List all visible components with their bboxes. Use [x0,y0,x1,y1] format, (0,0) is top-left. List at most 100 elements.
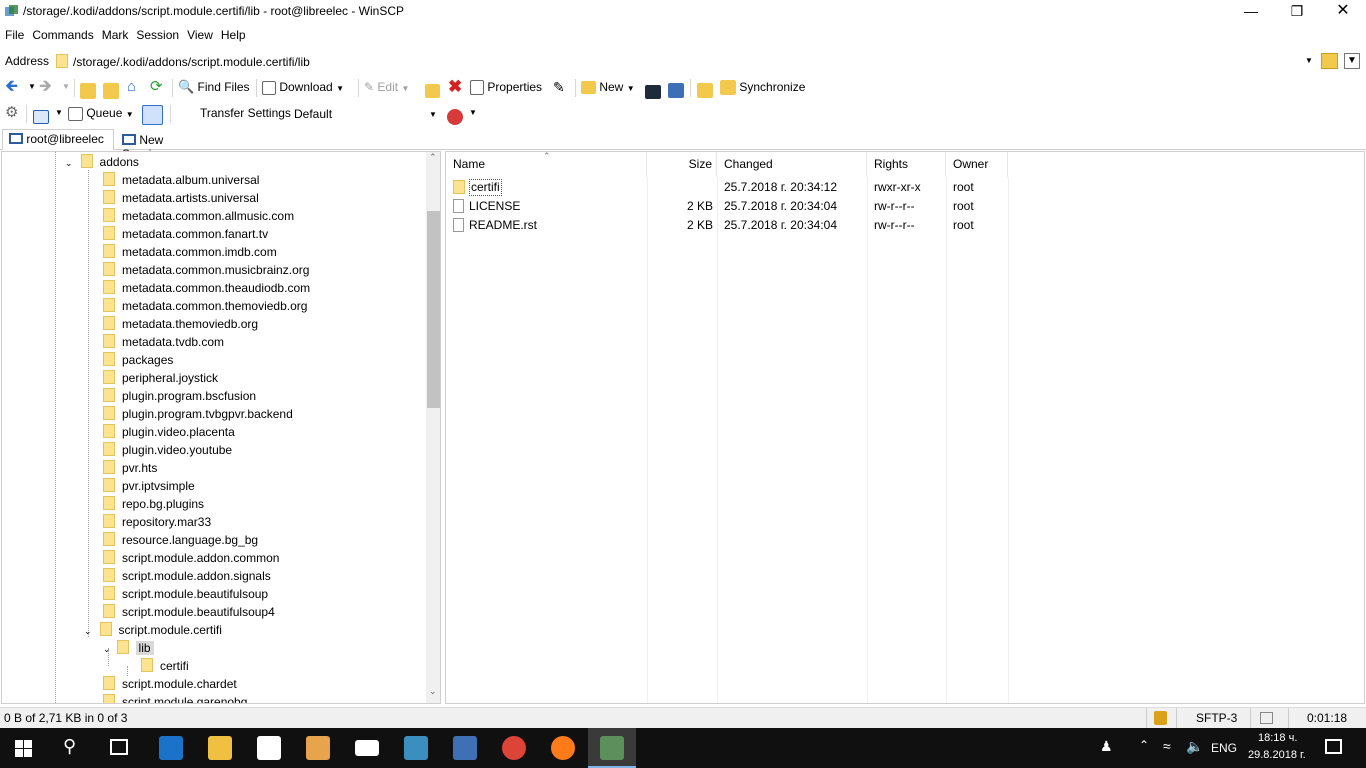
properties-button[interactable]: Properties [470,76,542,98]
tree-item[interactable]: script.module.chardet [103,675,237,693]
mail-icon[interactable] [355,740,379,756]
layout-icon[interactable] [33,109,49,124]
tree-item[interactable]: ⌄ script.module.certifi [84,621,222,639]
tree-item[interactable]: metadata.tvdb.com [103,333,224,351]
winscp-taskbar-button[interactable] [588,728,636,768]
tree-item[interactable]: metadata.album.universal [103,171,259,189]
tree-item[interactable]: plugin.program.bscfusion [103,387,256,405]
close-button[interactable]: ✕ [1320,0,1366,24]
console-icon[interactable] [645,84,661,99]
tab-session-root[interactable]: root@libreelec [2,129,114,150]
tree-item[interactable]: script.module.beautifulsoup [103,585,268,603]
firefox-icon[interactable] [551,736,575,760]
tree-item[interactable]: repo.bg.plugins [103,495,204,513]
rename-icon[interactable]: ✎ [553,76,565,98]
preferences-icon[interactable]: ⚙ [5,102,18,124]
media-player-icon[interactable] [306,736,330,760]
clock-time[interactable]: 18:18 ч. [1258,732,1297,744]
tree-item[interactable]: plugin.video.placenta [103,423,235,441]
tree-item[interactable]: metadata.common.musicbrainz.org [103,261,309,279]
new-button[interactable]: New ▼ [581,76,635,98]
file-row[interactable]: certifi 25.7.2018 г. 20:34:12 rwxr-xr-x roo… [446,178,1364,197]
volume-icon[interactable]: 🔈 [1186,738,1203,755]
tree-item[interactable]: resource.language.bg_bg [103,531,258,549]
tree-item[interactable]: metadata.artists.universal [103,189,259,207]
column-size[interactable]: Size [647,152,717,177]
chevron-up-icon[interactable]: ⌃ [1139,738,1149,752]
tree-item-addons[interactable]: ⌄ addons [65,153,139,171]
tree-item[interactable]: script.module.addon.signals [103,567,271,585]
tree-item[interactable]: plugin.video.youtube [103,441,232,459]
task-view-icon[interactable] [110,739,128,755]
menu-mark[interactable]: Mark [97,25,132,42]
file-row[interactable]: LICENSE 2 KB 25.7.2018 г. 20:34:04 rw-r--r-… [446,197,1364,216]
tab-new-session[interactable]: New Session [116,131,212,161]
delete-icon[interactable]: ✖ [448,76,462,98]
kodi-icon[interactable] [404,736,428,760]
scroll-up-icon[interactable]: ⌃ [429,152,437,163]
tree-item[interactable]: metadata.common.imdb.com [103,243,277,261]
windows-start-icon[interactable] [15,740,32,757]
refresh-icon[interactable]: ⟳ [150,76,163,98]
menu-session[interactable]: Session [131,25,182,42]
tree-item[interactable]: script.module.addon.common [103,549,279,567]
address-field[interactable]: /storage/.kodi/addons/script.module.cert… [53,52,1315,72]
language-indicator[interactable]: ENG [1211,741,1237,755]
transfer-options-dropdown-icon[interactable]: ▼ [469,102,477,124]
store-icon[interactable] [257,736,281,760]
column-rights[interactable]: Rights [867,152,946,177]
tree-item[interactable]: plugin.program.tvbgpvr.backend [103,405,293,423]
wifi-icon[interactable]: ≈ [1163,738,1171,754]
tree-item-lib[interactable]: ⌄ lib [103,639,154,657]
parent-directory-icon[interactable] [80,82,96,99]
file-list[interactable]: Name ⌃ Size Changed Rights Owner certifi 2… [445,151,1365,704]
synchronize-button[interactable]: Synchronize [720,76,805,98]
edge-icon[interactable] [159,736,183,760]
transfer-options-icon[interactable] [447,108,463,125]
maximize-button[interactable]: ❐ [1274,0,1320,24]
column-owner[interactable]: Owner [946,152,1008,177]
tree-item[interactable]: metadata.common.themoviedb.org [103,297,307,315]
tree-scrollbar[interactable]: ⌃ ⌄ [426,152,440,703]
download-button[interactable]: Download ▼ [262,76,344,98]
menu-view[interactable]: View [182,25,216,42]
minimize-button[interactable]: — [1228,0,1274,24]
menu-file[interactable]: File [0,25,27,42]
open-icon[interactable] [425,83,440,98]
scrollbar-thumb[interactable] [427,211,440,408]
tree-item[interactable]: pvr.iptvsimple [103,477,195,495]
people-icon[interactable]: ♟ [1100,738,1113,755]
layout-dropdown-icon[interactable]: ▼ [55,102,63,124]
tree-item[interactable]: script.module.garenobg [103,693,247,703]
queue-button[interactable]: Queue ▼ [68,102,134,124]
tree-item[interactable]: metadata.common.allmusic.com [103,207,294,225]
column-changed[interactable]: Changed [717,152,867,177]
search-icon[interactable]: ⚲ [63,736,76,757]
menu-commands[interactable]: Commands [27,25,96,42]
tree-item[interactable]: packages [103,351,173,369]
directory-tree[interactable]: ⌄ addons metadata.album.universal metadata… [1,151,441,704]
find-files-button[interactable]: 🔍 Find Files [178,76,250,98]
root-directory-icon[interactable] [103,82,119,99]
back-icon[interactable]: 🡸 [5,76,18,98]
column-name[interactable]: Name ⌃ [446,151,647,177]
tree-item[interactable]: metadata.common.theaudiodb.com [103,279,310,297]
tree-item[interactable]: metadata.common.fanart.tv [103,225,268,243]
tree-item[interactable]: script.module.beautifulsoup4 [103,603,275,621]
home-icon[interactable]: ⌂ [127,76,136,98]
tree-item[interactable]: metadata.themoviedb.org [103,315,258,333]
tree-item-certifi[interactable]: certifi [141,657,189,675]
network-app-icon[interactable] [453,736,477,760]
tree-item[interactable]: peripheral.joystick [103,369,218,387]
notifications-icon[interactable] [1325,739,1342,754]
chrome-icon[interactable] [502,736,526,760]
filter-icon[interactable]: ▼ [1344,53,1360,69]
transfer-settings-select[interactable]: Default ▼ [291,104,440,124]
file-explorer-icon[interactable] [208,736,232,760]
menu-help[interactable]: Help [216,25,249,42]
queue-list-toggle-icon[interactable] [142,104,163,125]
tree-item[interactable]: repository.mar33 [103,513,211,531]
tree-item[interactable]: pvr.hts [103,459,157,477]
open-directory-icon[interactable] [1321,53,1338,69]
putty-icon[interactable] [668,83,684,99]
